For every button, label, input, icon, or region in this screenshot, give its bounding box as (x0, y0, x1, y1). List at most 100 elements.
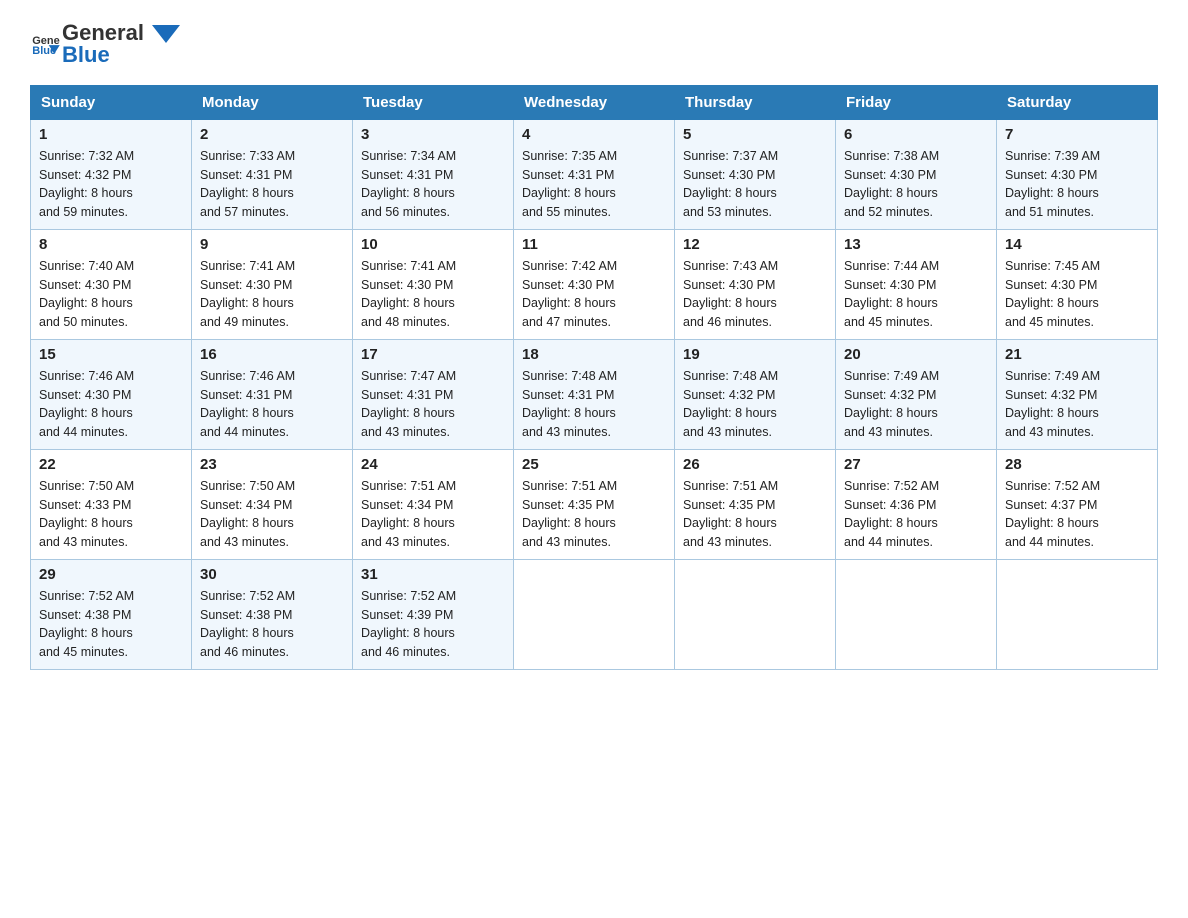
logo-icon: General Blue (32, 33, 60, 55)
day-info: Sunrise: 7:52 AM Sunset: 4:36 PM Dayligh… (844, 477, 988, 552)
calendar-table: SundayMondayTuesdayWednesdayThursdayFrid… (30, 85, 1158, 670)
calendar-cell: 27 Sunrise: 7:52 AM Sunset: 4:36 PM Dayl… (836, 449, 997, 559)
calendar-week-row: 1 Sunrise: 7:32 AM Sunset: 4:32 PM Dayli… (31, 119, 1158, 229)
day-number: 19 (683, 346, 827, 363)
day-number: 31 (361, 566, 505, 583)
day-number: 9 (200, 236, 344, 253)
day-info: Sunrise: 7:46 AM Sunset: 4:31 PM Dayligh… (200, 367, 344, 442)
day-info: Sunrise: 7:51 AM Sunset: 4:35 PM Dayligh… (683, 477, 827, 552)
calendar-week-row: 29 Sunrise: 7:52 AM Sunset: 4:38 PM Dayl… (31, 559, 1158, 669)
calendar-cell: 21 Sunrise: 7:49 AM Sunset: 4:32 PM Dayl… (997, 339, 1158, 449)
day-number: 30 (200, 566, 344, 583)
day-info: Sunrise: 7:34 AM Sunset: 4:31 PM Dayligh… (361, 147, 505, 222)
day-number: 16 (200, 346, 344, 363)
calendar-cell: 20 Sunrise: 7:49 AM Sunset: 4:32 PM Dayl… (836, 339, 997, 449)
col-header-monday: Monday (192, 85, 353, 119)
calendar-cell: 1 Sunrise: 7:32 AM Sunset: 4:32 PM Dayli… (31, 119, 192, 229)
calendar-cell: 3 Sunrise: 7:34 AM Sunset: 4:31 PM Dayli… (353, 119, 514, 229)
day-number: 25 (522, 456, 666, 473)
calendar-cell: 26 Sunrise: 7:51 AM Sunset: 4:35 PM Dayl… (675, 449, 836, 559)
col-header-wednesday: Wednesday (514, 85, 675, 119)
calendar-cell: 13 Sunrise: 7:44 AM Sunset: 4:30 PM Dayl… (836, 229, 997, 339)
day-number: 5 (683, 126, 827, 143)
day-info: Sunrise: 7:52 AM Sunset: 4:38 PM Dayligh… (200, 587, 344, 662)
day-number: 12 (683, 236, 827, 253)
calendar-cell: 8 Sunrise: 7:40 AM Sunset: 4:30 PM Dayli… (31, 229, 192, 339)
calendar-week-row: 8 Sunrise: 7:40 AM Sunset: 4:30 PM Dayli… (31, 229, 1158, 339)
day-info: Sunrise: 7:48 AM Sunset: 4:31 PM Dayligh… (522, 367, 666, 442)
day-number: 7 (1005, 126, 1149, 143)
day-number: 13 (844, 236, 988, 253)
day-info: Sunrise: 7:42 AM Sunset: 4:30 PM Dayligh… (522, 257, 666, 332)
calendar-cell: 11 Sunrise: 7:42 AM Sunset: 4:30 PM Dayl… (514, 229, 675, 339)
calendar-cell: 30 Sunrise: 7:52 AM Sunset: 4:38 PM Dayl… (192, 559, 353, 669)
svg-text:Blue: Blue (32, 45, 56, 55)
day-info: Sunrise: 7:38 AM Sunset: 4:30 PM Dayligh… (844, 147, 988, 222)
calendar-cell: 14 Sunrise: 7:45 AM Sunset: 4:30 PM Dayl… (997, 229, 1158, 339)
day-number: 2 (200, 126, 344, 143)
day-info: Sunrise: 7:51 AM Sunset: 4:34 PM Dayligh… (361, 477, 505, 552)
day-info: Sunrise: 7:48 AM Sunset: 4:32 PM Dayligh… (683, 367, 827, 442)
calendar-cell: 4 Sunrise: 7:35 AM Sunset: 4:31 PM Dayli… (514, 119, 675, 229)
calendar-cell: 24 Sunrise: 7:51 AM Sunset: 4:34 PM Dayl… (353, 449, 514, 559)
day-number: 11 (522, 236, 666, 253)
calendar-cell: 6 Sunrise: 7:38 AM Sunset: 4:30 PM Dayli… (836, 119, 997, 229)
day-info: Sunrise: 7:51 AM Sunset: 4:35 PM Dayligh… (522, 477, 666, 552)
calendar-cell: 16 Sunrise: 7:46 AM Sunset: 4:31 PM Dayl… (192, 339, 353, 449)
calendar-cell: 29 Sunrise: 7:52 AM Sunset: 4:38 PM Dayl… (31, 559, 192, 669)
calendar-cell: 10 Sunrise: 7:41 AM Sunset: 4:30 PM Dayl… (353, 229, 514, 339)
calendar-cell: 19 Sunrise: 7:48 AM Sunset: 4:32 PM Dayl… (675, 339, 836, 449)
day-info: Sunrise: 7:49 AM Sunset: 4:32 PM Dayligh… (844, 367, 988, 442)
day-info: Sunrise: 7:44 AM Sunset: 4:30 PM Dayligh… (844, 257, 988, 332)
day-number: 21 (1005, 346, 1149, 363)
logo-arrow-icon (152, 25, 180, 43)
day-info: Sunrise: 7:41 AM Sunset: 4:30 PM Dayligh… (361, 257, 505, 332)
day-number: 27 (844, 456, 988, 473)
calendar-cell: 18 Sunrise: 7:48 AM Sunset: 4:31 PM Dayl… (514, 339, 675, 449)
col-header-saturday: Saturday (997, 85, 1158, 119)
calendar-cell: 17 Sunrise: 7:47 AM Sunset: 4:31 PM Dayl… (353, 339, 514, 449)
day-info: Sunrise: 7:49 AM Sunset: 4:32 PM Dayligh… (1005, 367, 1149, 442)
day-info: Sunrise: 7:41 AM Sunset: 4:30 PM Dayligh… (200, 257, 344, 332)
day-number: 15 (39, 346, 183, 363)
calendar-cell: 31 Sunrise: 7:52 AM Sunset: 4:39 PM Dayl… (353, 559, 514, 669)
day-info: Sunrise: 7:35 AM Sunset: 4:31 PM Dayligh… (522, 147, 666, 222)
day-info: Sunrise: 7:33 AM Sunset: 4:31 PM Dayligh… (200, 147, 344, 222)
day-number: 26 (683, 456, 827, 473)
day-number: 17 (361, 346, 505, 363)
col-header-friday: Friday (836, 85, 997, 119)
day-number: 22 (39, 456, 183, 473)
day-number: 29 (39, 566, 183, 583)
day-info: Sunrise: 7:32 AM Sunset: 4:32 PM Dayligh… (39, 147, 183, 222)
calendar-cell: 12 Sunrise: 7:43 AM Sunset: 4:30 PM Dayl… (675, 229, 836, 339)
day-info: Sunrise: 7:50 AM Sunset: 4:33 PM Dayligh… (39, 477, 183, 552)
day-number: 4 (522, 126, 666, 143)
day-number: 23 (200, 456, 344, 473)
calendar-cell: 23 Sunrise: 7:50 AM Sunset: 4:34 PM Dayl… (192, 449, 353, 559)
day-number: 1 (39, 126, 183, 143)
calendar-cell: 2 Sunrise: 7:33 AM Sunset: 4:31 PM Dayli… (192, 119, 353, 229)
calendar-week-row: 15 Sunrise: 7:46 AM Sunset: 4:30 PM Dayl… (31, 339, 1158, 449)
calendar-cell: 22 Sunrise: 7:50 AM Sunset: 4:33 PM Dayl… (31, 449, 192, 559)
day-info: Sunrise: 7:40 AM Sunset: 4:30 PM Dayligh… (39, 257, 183, 332)
col-header-sunday: Sunday (31, 85, 192, 119)
day-info: Sunrise: 7:46 AM Sunset: 4:30 PM Dayligh… (39, 367, 183, 442)
day-info: Sunrise: 7:47 AM Sunset: 4:31 PM Dayligh… (361, 367, 505, 442)
day-info: Sunrise: 7:52 AM Sunset: 4:38 PM Dayligh… (39, 587, 183, 662)
calendar-cell (514, 559, 675, 669)
calendar-cell: 15 Sunrise: 7:46 AM Sunset: 4:30 PM Dayl… (31, 339, 192, 449)
col-header-tuesday: Tuesday (353, 85, 514, 119)
day-info: Sunrise: 7:52 AM Sunset: 4:37 PM Dayligh… (1005, 477, 1149, 552)
col-header-thursday: Thursday (675, 85, 836, 119)
logo-blue-text: Blue (62, 42, 180, 68)
calendar-cell (675, 559, 836, 669)
day-number: 20 (844, 346, 988, 363)
day-number: 24 (361, 456, 505, 473)
day-number: 18 (522, 346, 666, 363)
calendar-cell: 25 Sunrise: 7:51 AM Sunset: 4:35 PM Dayl… (514, 449, 675, 559)
calendar-cell: 28 Sunrise: 7:52 AM Sunset: 4:37 PM Dayl… (997, 449, 1158, 559)
calendar-cell (997, 559, 1158, 669)
day-number: 28 (1005, 456, 1149, 473)
day-number: 3 (361, 126, 505, 143)
calendar-week-row: 22 Sunrise: 7:50 AM Sunset: 4:33 PM Dayl… (31, 449, 1158, 559)
